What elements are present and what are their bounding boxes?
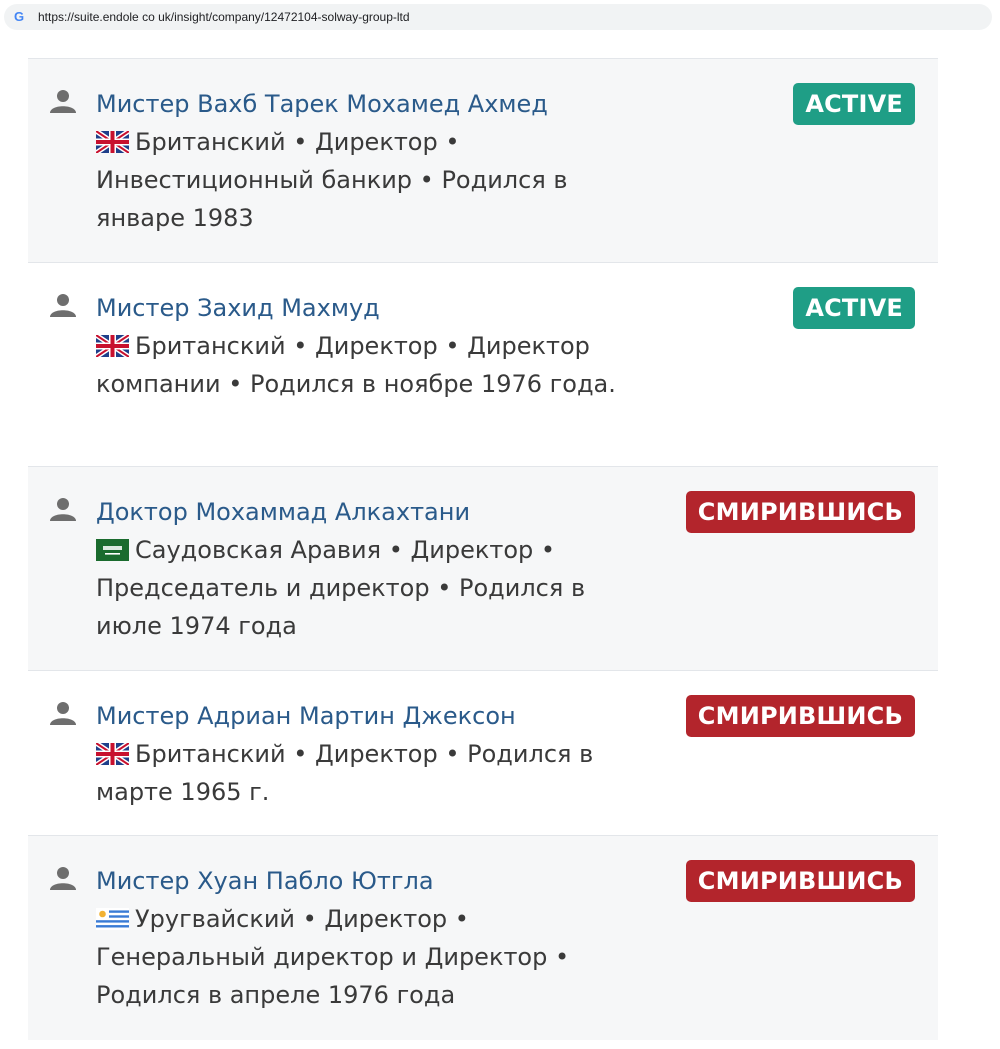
officer-list: Мистер Вахб Тарек Мохамед Ахмед Британск… (28, 58, 938, 1040)
officer-name-link[interactable]: Мистер Захид Махмуд (96, 289, 626, 327)
uk-flag-icon (96, 743, 129, 765)
saudi-flag-icon (96, 539, 129, 561)
officer-details-text: Британский • Директор • Инвестиционный б… (96, 128, 568, 232)
officer-details-text: Саудовская Аравия • Директор • Председат… (96, 536, 586, 640)
officer-name-link[interactable]: Мистер Вахб Тарек Мохамед Ахмед (96, 85, 626, 123)
url-text[interactable]: https://suite.endole co uk/insight/compa… (38, 10, 410, 24)
officer-details-text: Уругвайский • Директор • Генеральный дир… (96, 905, 570, 1009)
officer-name-link[interactable]: Мистер Хуан Пабло Ютгла (96, 862, 626, 900)
uruguay-flag-icon (96, 908, 129, 930)
person-icon (50, 702, 76, 725)
person-icon (50, 867, 76, 890)
uk-flag-icon (96, 335, 129, 357)
officer-details-text: Британский • Директор • Родился в марте … (96, 740, 594, 806)
officer-row: Мистер Вахб Тарек Мохамед Ахмед Британск… (28, 58, 938, 262)
status-badge: ACTIVE (793, 83, 915, 125)
officer-name-link[interactable]: Доктор Мохаммад Алкахтани (96, 493, 626, 531)
person-icon (50, 498, 76, 521)
officer-row: Мистер Адриан Мартин Джексон Британский … (28, 670, 938, 835)
officer-details-text: Британский • Директор • Директор компани… (96, 332, 616, 398)
status-badge: СМИРИВШИСЬ (685, 491, 915, 533)
address-bar[interactable]: G https://suite.endole co uk/insight/com… (4, 4, 992, 30)
status-badge: СМИРИВШИСЬ (685, 860, 915, 902)
google-icon: G (14, 9, 25, 24)
officer-row: Мистер Хуан Пабло Ютгла Уругвайский • Ди… (28, 835, 938, 1040)
status-badge: ACTIVE (793, 287, 915, 329)
status-badge: СМИРИВШИСЬ (685, 695, 915, 737)
officer-row: Доктор Мохаммад Алкахтани Саудовская Ара… (28, 466, 938, 670)
uk-flag-icon (96, 131, 129, 153)
officer-name-link[interactable]: Мистер Адриан Мартин Джексон (96, 697, 626, 735)
officer-row: Мистер Захид Махмуд Британский • Директо… (28, 262, 938, 466)
person-icon (50, 90, 76, 113)
person-icon (50, 294, 76, 317)
